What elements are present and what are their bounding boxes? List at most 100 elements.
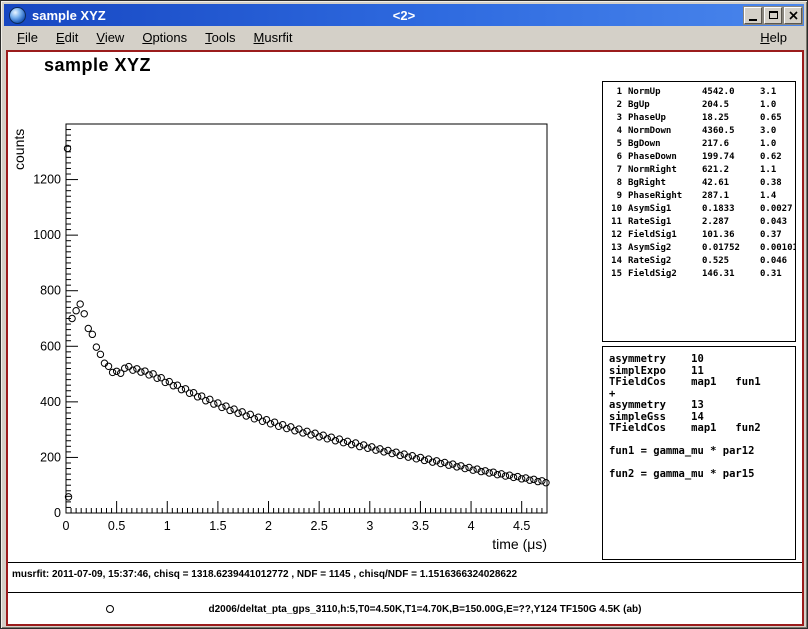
theory-line: TFieldCos map1 fun1 <box>609 377 795 389</box>
param-row: 8BgRight42.610.38 <box>608 177 795 190</box>
data-point-marker <box>328 434 334 440</box>
param-row: 15FieldSig2146.310.31 <box>608 268 795 281</box>
close-button[interactable] <box>784 7 802 24</box>
theory-line: asymmetry 13 <box>609 400 795 412</box>
param-value: 18.25 <box>702 112 760 125</box>
plot-area[interactable]: 00.511.522.533.544.5time (μs)02004006008… <box>8 52 568 564</box>
data-point-marker <box>348 441 354 447</box>
param-row: 10AsymSig10.18330.0027 <box>608 203 795 216</box>
data-point-marker <box>138 369 144 375</box>
menu-item-help[interactable]: Help <box>751 28 796 47</box>
y-axis: 020040060080010001200counts <box>11 124 78 520</box>
param-value: 2.287 <box>702 216 760 229</box>
x-axis: 00.511.522.533.544.5time (μs) <box>63 501 547 552</box>
data-points <box>64 145 549 500</box>
param-value: 42.61 <box>702 177 760 190</box>
menu-item-musrfit[interactable]: Musrfit <box>245 28 302 47</box>
fit-status-text: musrfit: 2011-07-09, 15:37:46, chisq = 1… <box>12 569 517 580</box>
data-point-marker <box>251 416 257 422</box>
window-controls <box>744 7 802 24</box>
data-point-marker <box>304 428 310 434</box>
param-value: 0.1833 <box>702 203 760 216</box>
minimize-button[interactable] <box>744 7 762 24</box>
svg-text:1.5: 1.5 <box>209 519 226 533</box>
data-point-marker <box>361 442 367 448</box>
data-point-marker <box>284 425 290 431</box>
data-point-marker <box>190 389 196 395</box>
param-name: NormDown <box>628 125 702 138</box>
param-number: 5 <box>608 138 622 151</box>
minimize-icon <box>749 19 757 21</box>
param-name: FieldSig2 <box>628 268 702 281</box>
param-row: 7NormRight621.21.1 <box>608 164 795 177</box>
window-title: sample XYZ <box>32 8 106 23</box>
data-point-marker <box>89 331 95 337</box>
svg-text:1: 1 <box>164 519 171 533</box>
param-error: 3.0 <box>760 125 776 138</box>
param-row: 13AsymSig20.017520.00101 <box>608 242 795 255</box>
svg-text:4: 4 <box>468 519 475 533</box>
data-point-marker <box>292 428 298 434</box>
param-number: 4 <box>608 125 622 138</box>
menu-item-tools[interactable]: Tools <box>196 28 244 47</box>
param-name: BgRight <box>628 177 702 190</box>
titlebar[interactable]: sample XYZ <2> <box>4 4 804 26</box>
data-point-marker <box>312 430 318 436</box>
parameter-box: 1NormUp4542.03.12BgUp204.51.03PhaseUp18.… <box>602 81 796 342</box>
menu-item-file[interactable]: File <box>8 28 47 47</box>
menu-item-edit[interactable]: Edit <box>47 28 87 47</box>
root-canvas[interactable]: sample XYZ 00.511.522.533.544.5time (μs)… <box>6 50 804 626</box>
svg-text:0: 0 <box>63 519 70 533</box>
data-point-marker <box>369 444 375 450</box>
param-number: 11 <box>608 216 622 229</box>
svg-text:0: 0 <box>54 506 61 520</box>
param-error: 1.0 <box>760 99 776 112</box>
param-number: 12 <box>608 229 622 242</box>
data-point-marker <box>352 440 358 446</box>
data-point-marker <box>300 430 306 436</box>
data-point-marker <box>211 401 217 407</box>
param-row: 11RateSig12.2870.043 <box>608 216 795 229</box>
menu-item-options[interactable]: Options <box>133 28 196 47</box>
maximize-icon <box>769 11 778 19</box>
param-error: 1.1 <box>760 164 776 177</box>
data-point-marker <box>130 367 136 373</box>
svg-text:1200: 1200 <box>33 173 61 187</box>
param-number: 7 <box>608 164 622 177</box>
data-point-marker <box>308 432 314 438</box>
menu-item-view[interactable]: View <box>87 28 133 47</box>
svg-text:0.5: 0.5 <box>108 519 125 533</box>
theory-line: asymmetry 10 <box>609 354 795 366</box>
data-point-marker <box>231 406 237 412</box>
data-point-marker <box>324 436 330 442</box>
param-error: 0.62 <box>760 151 782 164</box>
param-row: 12FieldSig1101.360.37 <box>608 229 795 242</box>
param-row: 3PhaseUp18.250.65 <box>608 112 795 125</box>
data-point-marker <box>332 438 338 444</box>
svg-text:400: 400 <box>40 395 61 409</box>
data-point-marker <box>280 421 286 427</box>
svg-text:800: 800 <box>40 284 61 298</box>
param-name: FieldSig1 <box>628 229 702 242</box>
data-point-marker <box>259 418 265 424</box>
data-point-marker <box>219 404 225 410</box>
data-point-marker <box>373 447 379 453</box>
maximize-button[interactable] <box>764 7 782 24</box>
param-value: 621.2 <box>702 164 760 177</box>
param-row: 2BgUp204.51.0 <box>608 99 795 112</box>
param-number: 14 <box>608 255 622 268</box>
param-row: 9PhaseRight287.11.4 <box>608 190 795 203</box>
param-row: 4NormDown4360.53.0 <box>608 125 795 138</box>
data-point-marker <box>393 449 399 455</box>
param-number: 8 <box>608 177 622 190</box>
param-error: 0.65 <box>760 112 782 125</box>
svg-text:3.5: 3.5 <box>412 519 429 533</box>
param-value: 217.6 <box>702 138 760 151</box>
theory-line: fun2 = gamma_mu * par15 <box>609 469 795 481</box>
menu-items: FileEditViewOptionsToolsMusrfit <box>8 28 302 47</box>
data-point-marker <box>288 424 294 430</box>
param-name: PhaseDown <box>628 151 702 164</box>
data-point-marker <box>113 368 119 374</box>
data-point-marker <box>126 363 132 369</box>
param-name: AsymSig1 <box>628 203 702 216</box>
